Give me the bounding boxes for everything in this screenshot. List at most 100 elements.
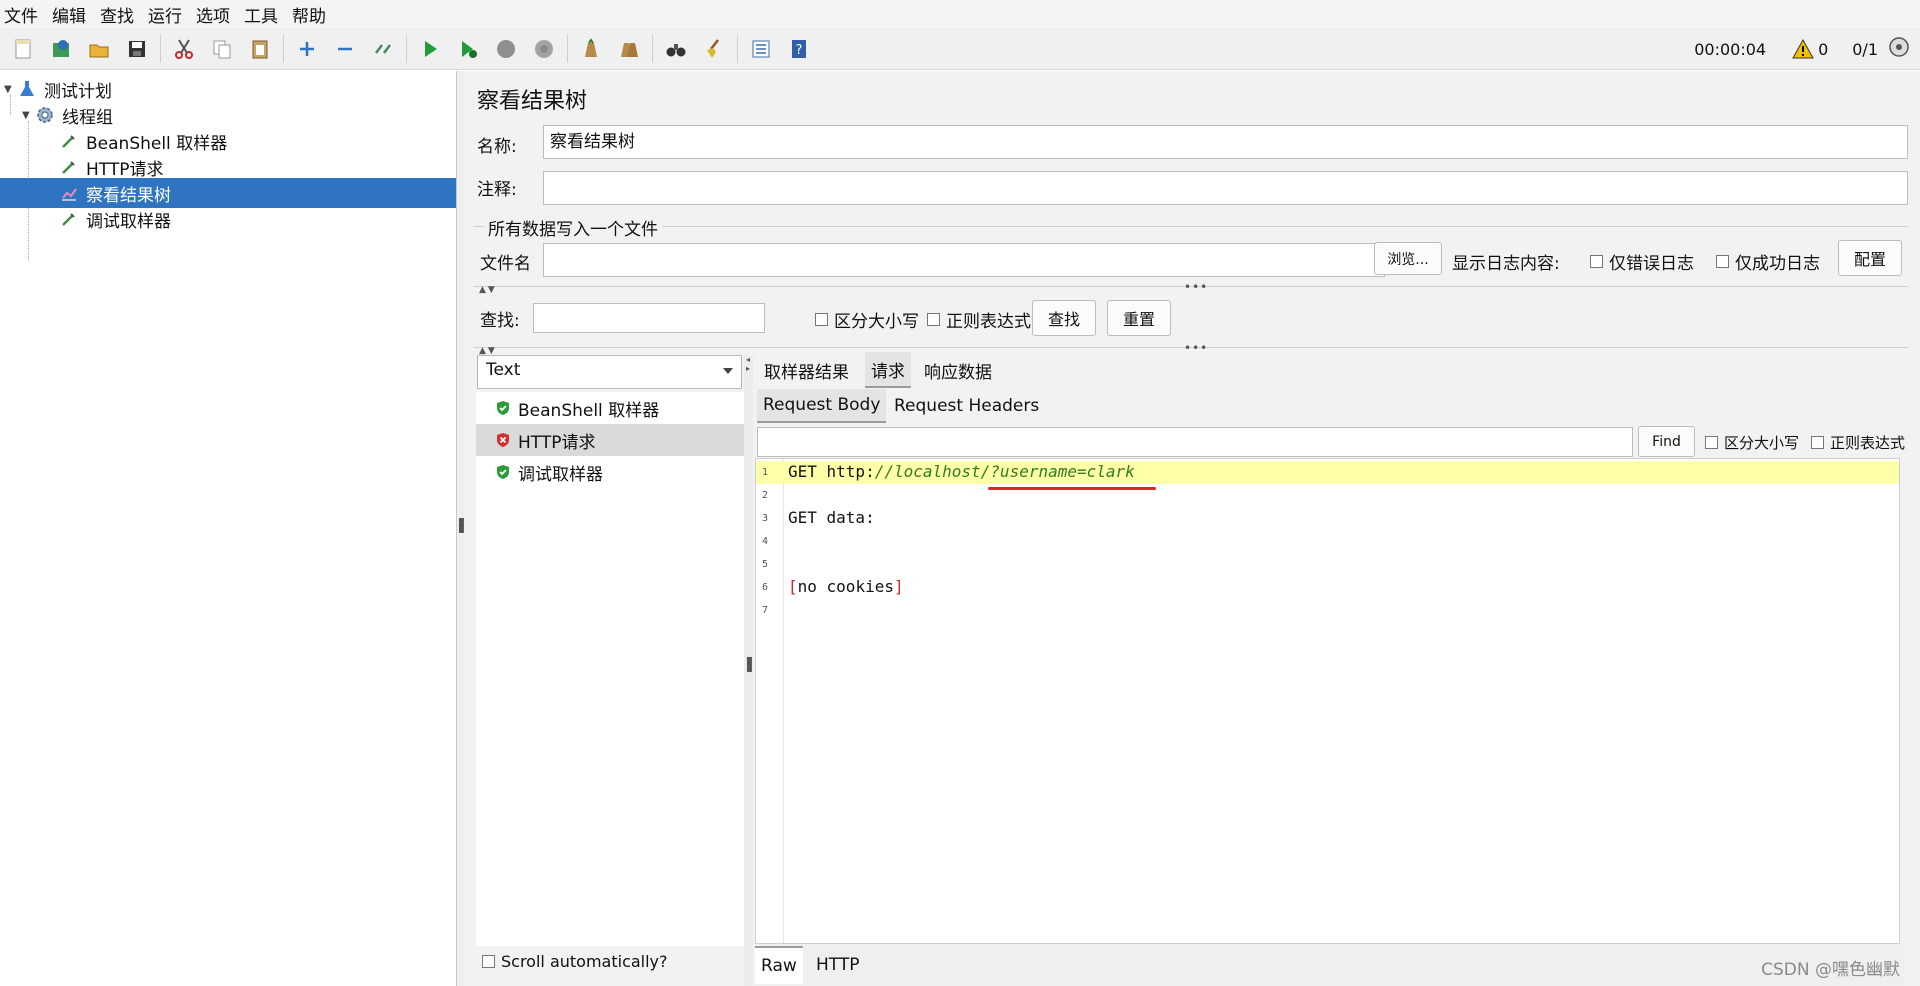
checkbox-box[interactable] bbox=[482, 955, 495, 968]
warning-indicator[interactable]: 0 bbox=[1792, 39, 1828, 59]
line-number: 6 bbox=[762, 582, 769, 593]
code-line-3: 3 GET data: bbox=[756, 507, 1899, 530]
templates-icon[interactable] bbox=[44, 32, 78, 66]
checkbox-box[interactable] bbox=[1716, 255, 1729, 268]
page-title: 察看结果树 bbox=[477, 89, 588, 114]
clear-icon[interactable] bbox=[574, 32, 608, 66]
log-display-label: 显示日志内容: bbox=[1452, 254, 1560, 274]
renderer-select[interactable]: Text bbox=[477, 355, 742, 389]
line-number: 1 bbox=[762, 467, 769, 478]
find-case-label: 区分大小写 bbox=[1724, 434, 1800, 452]
shutdown-icon[interactable] bbox=[527, 32, 561, 66]
tab-request-body[interactable]: Request Body bbox=[757, 389, 887, 423]
checkbox-box[interactable] bbox=[815, 313, 828, 326]
code-line-1: 1 GET http://localhost/?username=clark bbox=[756, 461, 1899, 484]
menu-search[interactable]: 查找 bbox=[100, 2, 134, 27]
tab-response-data[interactable]: 响应数据 bbox=[918, 352, 998, 388]
menu-edit[interactable]: 编辑 bbox=[52, 2, 86, 27]
save-icon[interactable] bbox=[120, 32, 154, 66]
collapse-arrows[interactable]: ▲▼ bbox=[479, 285, 497, 295]
checkbox-box[interactable] bbox=[1705, 436, 1718, 449]
binoculars-icon[interactable] bbox=[659, 32, 693, 66]
start-icon[interactable] bbox=[413, 32, 447, 66]
search-input[interactable] bbox=[533, 303, 765, 333]
comment-field[interactable] bbox=[543, 171, 1908, 205]
paste-icon[interactable] bbox=[243, 32, 277, 66]
scroll-automatically-checkbox[interactable]: Scroll automatically? bbox=[482, 952, 668, 971]
request-method: GET http: bbox=[788, 462, 875, 481]
errors-only-checkbox[interactable]: 仅错误日志 bbox=[1590, 249, 1694, 274]
cut-icon[interactable] bbox=[167, 32, 201, 66]
collapse-icon[interactable] bbox=[328, 32, 362, 66]
chevron-down-icon[interactable] bbox=[723, 368, 733, 374]
splitter-dots[interactable]: ••• bbox=[1184, 341, 1208, 355]
tab-request[interactable]: 请求 bbox=[865, 352, 911, 388]
pipette-icon bbox=[58, 156, 80, 178]
checkbox-box[interactable] bbox=[1590, 255, 1603, 268]
stop-icon[interactable] bbox=[489, 32, 523, 66]
splitter-grip[interactable]: ▪ ▪ ▪ bbox=[746, 655, 753, 675]
remote-status-icon bbox=[1888, 36, 1920, 62]
run-status: 00:00:04 0 0/1 bbox=[1694, 28, 1920, 70]
cookies-text: no cookies bbox=[797, 577, 894, 596]
menu-help[interactable]: 帮助 bbox=[292, 2, 326, 27]
find-input[interactable] bbox=[757, 427, 1633, 457]
name-field[interactable]: 察看结果树 bbox=[543, 125, 1908, 159]
tree-item-label: 测试计划 bbox=[44, 81, 112, 102]
checkbox-box[interactable] bbox=[927, 313, 940, 326]
chevron-down-icon[interactable]: ▼ bbox=[4, 84, 16, 95]
search-button[interactable]: 查找 bbox=[1032, 300, 1096, 336]
clear-all-icon[interactable] bbox=[612, 32, 646, 66]
broom-icon[interactable] bbox=[697, 32, 731, 66]
menu-bar: 文件 编辑 查找 运行 选项 工具 帮助 bbox=[0, 0, 1920, 28]
configure-button[interactable]: 配置 bbox=[1838, 240, 1902, 276]
find-button[interactable]: Find bbox=[1638, 426, 1695, 457]
tree-item-debug-sampler[interactable]: 调试取样器 bbox=[0, 204, 456, 234]
filename-field[interactable] bbox=[543, 243, 1385, 277]
help-icon[interactable]: ? bbox=[782, 32, 816, 66]
menu-file[interactable]: 文件 bbox=[4, 2, 38, 27]
open-icon[interactable] bbox=[82, 32, 116, 66]
warning-icon bbox=[1792, 39, 1814, 59]
find-case-checkbox[interactable]: 区分大小写 bbox=[1705, 432, 1799, 453]
results-splitter[interactable]: ◂ ▸ ▪ ▪ ▪ bbox=[744, 355, 753, 986]
toggle-icon[interactable] bbox=[366, 32, 400, 66]
success-only-label: 仅成功日志 bbox=[1735, 254, 1820, 274]
toolbar-separator bbox=[406, 34, 407, 63]
menu-options[interactable]: 选项 bbox=[196, 2, 230, 27]
splitter-dots[interactable]: ••• bbox=[1184, 280, 1208, 294]
menu-tools[interactable]: 工具 bbox=[244, 2, 278, 27]
tab-raw[interactable]: Raw bbox=[755, 946, 803, 984]
regex-checkbox[interactable]: 正则表达式 bbox=[927, 307, 1031, 332]
browse-button[interactable]: 浏览... bbox=[1374, 242, 1442, 275]
chevron-down-icon[interactable]: ▼ bbox=[22, 110, 34, 121]
tab-http[interactable]: HTTP bbox=[810, 946, 866, 984]
request-url: //localhost/?username=clark bbox=[874, 462, 1135, 481]
expand-icon[interactable] bbox=[290, 32, 324, 66]
tab-request-headers[interactable]: Request Headers bbox=[888, 389, 1045, 423]
function-list-icon[interactable] bbox=[744, 32, 778, 66]
success-shield-icon bbox=[497, 465, 509, 479]
find-regex-checkbox[interactable]: 正则表达式 bbox=[1811, 432, 1905, 453]
toolbar-separator bbox=[567, 34, 568, 63]
find-regex-label: 正则表达式 bbox=[1830, 434, 1906, 452]
result-item-http[interactable]: HTTP请求 bbox=[476, 424, 744, 456]
tree-item-label: 调试取样器 bbox=[86, 211, 171, 232]
success-only-checkbox[interactable]: 仅成功日志 bbox=[1716, 249, 1820, 274]
menu-run[interactable]: 运行 bbox=[148, 2, 182, 27]
name-label: 名称: bbox=[477, 137, 517, 157]
main-splitter[interactable]: ▪ ▪ ▪ bbox=[457, 71, 465, 986]
line-number: 2 bbox=[762, 490, 769, 501]
case-sensitive-checkbox[interactable]: 区分大小写 bbox=[815, 307, 919, 332]
reset-button[interactable]: 重置 bbox=[1107, 300, 1171, 336]
annotation-underline bbox=[988, 487, 1156, 490]
new-icon[interactable] bbox=[6, 32, 40, 66]
collapse-arrows[interactable]: ◂ ▸ bbox=[746, 355, 750, 373]
tab-sampler-result[interactable]: 取样器结果 bbox=[758, 352, 855, 388]
start-no-pauses-icon[interactable] bbox=[451, 32, 485, 66]
request-body-editor[interactable]: 1 GET http://localhost/?username=clark 2… bbox=[755, 458, 1900, 944]
checkbox-box[interactable] bbox=[1811, 436, 1824, 449]
result-item-beanshell[interactable]: BeanShell 取样器 bbox=[476, 392, 744, 424]
copy-icon[interactable] bbox=[205, 32, 239, 66]
result-item-debug[interactable]: 调试取样器 bbox=[476, 456, 744, 488]
